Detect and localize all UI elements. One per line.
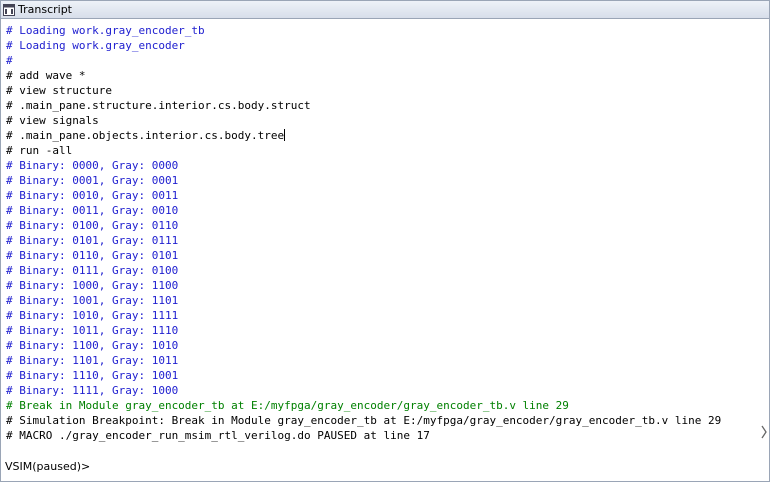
transcript-line-text: # Binary: 0000, Gray: 0000 (6, 159, 179, 172)
transcript-line: # Binary: 1110, Gray: 1001 (6, 368, 721, 383)
transcript-line-text: # Binary: 0010, Gray: 0011 (6, 189, 179, 202)
transcript-line: # Binary: 0010, Gray: 0011 (6, 188, 721, 203)
transcript-line: # Loading work.gray_encoder_tb (6, 23, 721, 38)
transcript-line: # .main_pane.structure.interior.cs.body.… (6, 98, 721, 113)
transcript-line: # view structure (6, 83, 721, 98)
transcript-line: # (6, 53, 721, 68)
transcript-line-text: # Binary: 0110, Gray: 0101 (6, 249, 179, 262)
transcript-line-text: # Binary: 1001, Gray: 1101 (6, 294, 179, 307)
transcript-line: # Binary: 1001, Gray: 1101 (6, 293, 721, 308)
transcript-line: # MACRO ./gray_encoder_run_msim_rtl_veri… (6, 428, 721, 443)
transcript-pane[interactable]: # Loading work.gray_encoder_tb # Loading … (0, 19, 770, 482)
transcript-line: # Binary: 1010, Gray: 1111 (6, 308, 721, 323)
transcript-line-text: # Binary: 1010, Gray: 1111 (6, 309, 179, 322)
transcript-line-text: # (6, 54, 13, 67)
transcript-line-text: # Binary: 1011, Gray: 1110 (6, 324, 179, 337)
transcript-line-text: # Binary: 0001, Gray: 0001 (6, 174, 179, 187)
transcript-lines: # Loading work.gray_encoder_tb # Loading … (6, 23, 721, 443)
transcript-line-text: # view signals (6, 114, 99, 127)
transcript-line-text: # MACRO ./gray_encoder_run_msim_rtl_veri… (6, 429, 430, 442)
transcript-line-text: # Simulation Breakpoint: Break in Module… (6, 414, 722, 427)
transcript-line-text: # Binary: 1101, Gray: 1011 (6, 354, 179, 367)
transcript-line-text: # .main_pane.structure.interior.cs.body.… (6, 99, 311, 112)
transcript-line: # add wave * (6, 68, 721, 83)
transcript-line: # Binary: 1100, Gray: 1010 (6, 338, 721, 353)
transcript-line-text: # Loading work.gray_encoder_tb (6, 24, 205, 37)
command-prompt[interactable]: VSIM(paused)> (5, 460, 90, 473)
transcript-titlebar[interactable]: Transcript (0, 0, 770, 19)
transcript-line-text: # Binary: 0101, Gray: 0111 (6, 234, 179, 247)
transcript-line: # Break in Module gray_encoder_tb at E:/… (6, 398, 721, 413)
transcript-line-text: # Binary: 0011, Gray: 0010 (6, 204, 179, 217)
transcript-line-text: # Binary: 1000, Gray: 1100 (6, 279, 179, 292)
transcript-line: # Simulation Breakpoint: Break in Module… (6, 413, 721, 428)
transcript-line: # Binary: 1000, Gray: 1100 (6, 278, 721, 293)
transcript-line-text: # Binary: 1100, Gray: 1010 (6, 339, 179, 352)
transcript-line-text: # Binary: 0100, Gray: 0110 (6, 219, 179, 232)
transcript-line-text: # Break in Module gray_encoder_tb at E:/… (6, 399, 569, 412)
window-title: Transcript (18, 3, 72, 16)
transcript-line: # .main_pane.objects.interior.cs.body.tr… (6, 128, 721, 143)
transcript-line: # Binary: 1011, Gray: 1110 (6, 323, 721, 338)
transcript-line: # run -all (6, 143, 721, 158)
transcript-line: # Binary: 0101, Gray: 0111 (6, 233, 721, 248)
transcript-line-text: # .main_pane.objects.interior.cs.body.tr… (6, 129, 285, 142)
transcript-line-text: # Binary: 1110, Gray: 1001 (6, 369, 179, 382)
transcript-line-text: # run -all (6, 144, 73, 157)
transcript-line: # Binary: 0001, Gray: 0001 (6, 173, 721, 188)
transcript-line-text: # Binary: 1111, Gray: 1000 (6, 384, 179, 397)
transcript-line-text: # add wave * (6, 69, 86, 82)
transcript-line-text: # view structure (6, 84, 112, 97)
transcript-line-text: # Binary: 0111, Gray: 0100 (6, 264, 179, 277)
transcript-line: # Loading work.gray_encoder (6, 38, 721, 53)
transcript-line: # Binary: 1111, Gray: 1000 (6, 383, 721, 398)
scroll-indicator-icon (761, 425, 767, 439)
text-caret (284, 129, 286, 141)
transcript-line: # view signals (6, 113, 721, 128)
transcript-line: # Binary: 1101, Gray: 1011 (6, 353, 721, 368)
transcript-window-icon (3, 3, 15, 16)
transcript-line: # Binary: 0011, Gray: 0010 (6, 203, 721, 218)
transcript-line: # Binary: 0110, Gray: 0101 (6, 248, 721, 263)
transcript-line: # Binary: 0100, Gray: 0110 (6, 218, 721, 233)
transcript-line-text: # Loading work.gray_encoder (6, 39, 185, 52)
transcript-line: # Binary: 0000, Gray: 0000 (6, 158, 721, 173)
transcript-line: # Binary: 0111, Gray: 0100 (6, 263, 721, 278)
